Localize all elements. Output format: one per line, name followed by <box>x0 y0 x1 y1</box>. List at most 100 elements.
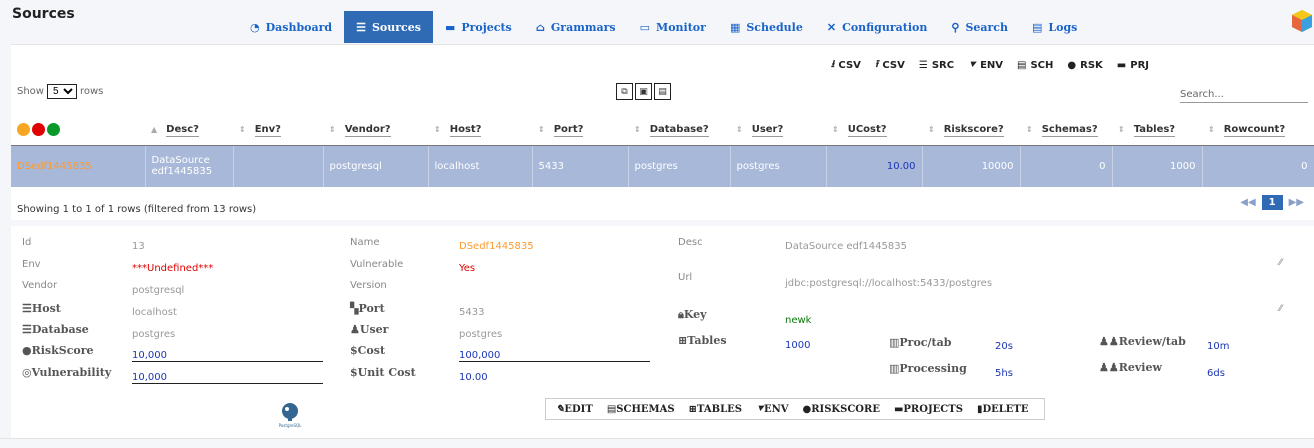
col-env[interactable]: ⇕ Env? <box>233 115 323 146</box>
proctab-value: 20s <box>995 341 1013 352</box>
desc-value[interactable]: DataSource edf1445835 <box>785 241 907 252</box>
cell-desc: DataSource edf1445835 <box>145 145 234 187</box>
sort-icon: ⇕ <box>928 125 935 135</box>
cell-database: postgres <box>628 145 731 187</box>
col-desc[interactable]: ▲ Desc? <box>145 115 233 146</box>
user-label: ♟User <box>350 323 389 336</box>
col-schemas[interactable]: ⇕ Schemas? <box>1020 115 1112 146</box>
col-rowcount[interactable]: ⇕ Rowcount? <box>1202 115 1314 146</box>
export-env-button[interactable]: ⯆ ENV <box>968 57 1003 74</box>
nav-monitor[interactable]: ▭ Monitor <box>628 11 718 43</box>
detail-actions: ✎EDIT ▤SCHEMAS ⊞TABLES ⯆ENV ●RISKSCORE ▬… <box>545 398 1045 420</box>
table-row[interactable]: DSedf1445835 DataSource edf1445835 postg… <box>11 145 1314 187</box>
col-database[interactable]: ⇕ Database? <box>628 115 730 146</box>
sort-icon: ⇕ <box>239 125 246 135</box>
resize-handle-icon[interactable]: ⁄⁄ <box>1279 304 1282 314</box>
url-value[interactable]: jdbc:postgresql://localhost:5433/postgre… <box>785 278 992 289</box>
unitcost-label: $Unit Cost <box>350 366 416 379</box>
excel-file-icon[interactable]: ▣ <box>635 83 652 100</box>
export-toolbar: ⭳ CSV ⭱ CSV ☰ SRC ⯆ ENV ▤ SCH ● RSK ▬ PRJ <box>831 57 1149 74</box>
env-button[interactable]: ⯆ENV <box>756 404 789 415</box>
rows-per-page-select[interactable]: 5 <box>46 84 77 99</box>
vulnerability-value[interactable]: 10,000 <box>132 372 167 383</box>
sources-table: ▲ Desc? ⇕ Env? ⇕ Vendor? ⇕ Host? ⇕ Port? ⇕ Dat… <box>11 115 1314 187</box>
dollar-icon: $ <box>350 344 358 357</box>
sort-icon: ⇕ <box>1026 125 1033 135</box>
postgresql-logo-text: PostgreSQL <box>279 423 303 428</box>
schemas-button[interactable]: ▤SCHEMAS <box>607 404 675 415</box>
riskscore-label: ●RiskScore <box>22 344 94 357</box>
nav-dashboard[interactable]: ◔ Dashboard <box>238 11 344 43</box>
search-icon: ⚲ <box>951 20 960 34</box>
copy-icon[interactable]: ⧉ <box>616 83 633 100</box>
resize-handle-icon[interactable]: ⁄⁄ <box>1279 258 1282 268</box>
review-label: ♟♟Review <box>1099 361 1162 374</box>
pdf-file-icon[interactable]: ▤ <box>654 83 671 100</box>
cell-name[interactable]: DSedf1445835 <box>11 145 146 187</box>
edit-button[interactable]: ✎EDIT <box>556 404 593 415</box>
app-logo-icon[interactable] <box>1291 9 1313 33</box>
riskscore-value[interactable]: 10,000 <box>132 350 167 361</box>
barcode-icon: ▥ <box>889 336 900 349</box>
user-value: postgres <box>459 329 503 340</box>
sort-icon: ⇕ <box>1208 125 1215 135</box>
key-value: newk <box>785 315 812 326</box>
export-csv-button[interactable]: ⭳ CSV <box>831 57 861 74</box>
import-csv-button[interactable]: ⭱ CSV <box>875 57 905 74</box>
dollar-icon: $ <box>350 366 358 379</box>
nav-projects[interactable]: ▬ Projects <box>433 11 524 43</box>
next-page-icon[interactable]: ▶▶ <box>1289 197 1304 208</box>
col-user[interactable]: ⇕ User? <box>730 115 826 146</box>
vendor-value: postgresql <box>132 285 185 296</box>
nav-search[interactable]: ⚲ Search <box>939 11 1020 43</box>
col-port[interactable]: ⇕ Port? <box>532 115 628 146</box>
sort-icon: ⇕ <box>329 125 336 135</box>
sort-icon: ⇕ <box>1118 125 1125 135</box>
table-info: Showing 1 to 1 of 1 rows (filtered from … <box>17 204 257 215</box>
export-prj-button[interactable]: ▬ PRJ <box>1117 57 1149 74</box>
port-value: 5433 <box>459 307 485 318</box>
prev-page-icon[interactable]: ◀◀ <box>1240 197 1255 208</box>
vulnerable-value: Yes <box>459 263 476 274</box>
circle-icon: ● <box>1067 60 1077 71</box>
col-tables[interactable]: ⇕ Tables? <box>1112 115 1202 146</box>
riskscore-button[interactable]: ●RISKSCORE <box>802 404 879 415</box>
nav-logs[interactable]: ▤ Logs <box>1020 11 1089 43</box>
table-icon: ⊞ <box>688 403 697 415</box>
file-icon: ▤ <box>1032 20 1043 34</box>
id-value: 13 <box>132 241 145 252</box>
col-vendor[interactable]: ⇕ Vendor? <box>323 115 428 146</box>
export-sch-button[interactable]: ▤ SCH <box>1017 57 1053 74</box>
search-input[interactable] <box>1180 87 1308 103</box>
nav-configuration[interactable]: ✕ Configuration <box>815 11 940 43</box>
tables-button[interactable]: ⊞TABLES <box>689 404 742 415</box>
col-host[interactable]: ⇕ Host? <box>428 115 532 146</box>
upload-icon: ⭱ <box>874 59 879 70</box>
filter-icon: ⯆ <box>755 403 764 415</box>
pie-chart-icon: ◔ <box>250 20 260 34</box>
nav-sources[interactable]: ☰ Sources <box>344 11 433 43</box>
projects-button[interactable]: ▬PROJECTS <box>894 404 963 415</box>
folder-icon: ▬ <box>893 403 904 415</box>
nav-grammars[interactable]: ⌂ Grammars <box>524 11 628 43</box>
cell-port: 5433 <box>532 145 629 187</box>
database-icon: ☰ <box>356 20 366 34</box>
nav-schedule[interactable]: ▦ Schedule <box>718 11 815 43</box>
cost-underline <box>459 361 650 362</box>
reviewtab-label: ♟♟Review/tab <box>1099 335 1186 348</box>
cost-value[interactable]: 100,000 <box>459 350 500 361</box>
col-ucost[interactable]: ⇕ UCost? <box>826 115 922 146</box>
postgresql-logo: PostgreSQL <box>279 403 303 428</box>
col-riskscore[interactable]: ⇕ Riskscore? <box>922 115 1020 146</box>
export-src-button[interactable]: ☰ SRC <box>919 57 954 74</box>
vulnerability-underline <box>132 383 323 384</box>
status-dot-orange <box>17 123 30 137</box>
page-1-button[interactable]: 1 <box>1261 195 1283 210</box>
copy-buttons: ⧉ ▣ ▤ <box>616 83 671 100</box>
circle-icon: ● <box>802 403 812 415</box>
proctab-label: ▥Proc/tab <box>889 336 952 349</box>
status-dot-red <box>32 123 45 137</box>
export-rsk-button[interactable]: ● RSK <box>1067 57 1102 74</box>
cost-label: $Cost <box>350 344 386 357</box>
delete-button[interactable]: ▮DELETE <box>977 404 1029 415</box>
